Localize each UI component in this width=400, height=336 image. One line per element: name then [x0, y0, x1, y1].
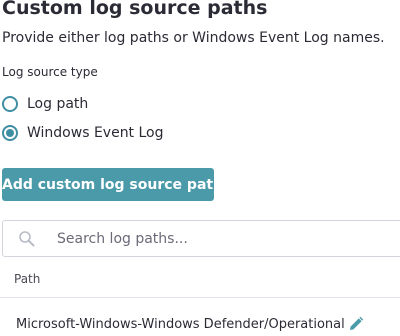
radio-label-log-path: Log path	[27, 96, 89, 112]
log-source-type-label: Log source type	[2, 65, 98, 79]
search-icon	[19, 231, 35, 247]
radio-selected-dot	[6, 129, 14, 137]
path-cell: Microsoft-Windows-Windows Defender/Opera…	[16, 317, 345, 332]
page-title: Custom log source paths	[2, 0, 268, 19]
column-header-path: Path	[14, 272, 41, 286]
page-subtitle: Provide either log paths or Windows Even…	[2, 30, 385, 46]
search-input[interactable]	[57, 227, 377, 251]
search-box[interactable]	[2, 220, 400, 257]
radio-button-windows-event-log[interactable]	[2, 125, 18, 141]
table-divider	[0, 297, 400, 298]
radio-option-windows-event-log[interactable]: Windows Event Log	[2, 122, 164, 144]
pencil-icon[interactable]	[348, 316, 364, 332]
table-row: Microsoft-Windows-Windows Defender/Opera…	[0, 312, 400, 336]
radio-button-log-path[interactable]	[2, 96, 18, 112]
add-custom-log-source-path-button[interactable]: Add custom log source path	[2, 168, 223, 201]
radio-label-windows-event-log: Windows Event Log	[27, 125, 164, 141]
radio-option-log-path[interactable]: Log path	[2, 93, 88, 115]
